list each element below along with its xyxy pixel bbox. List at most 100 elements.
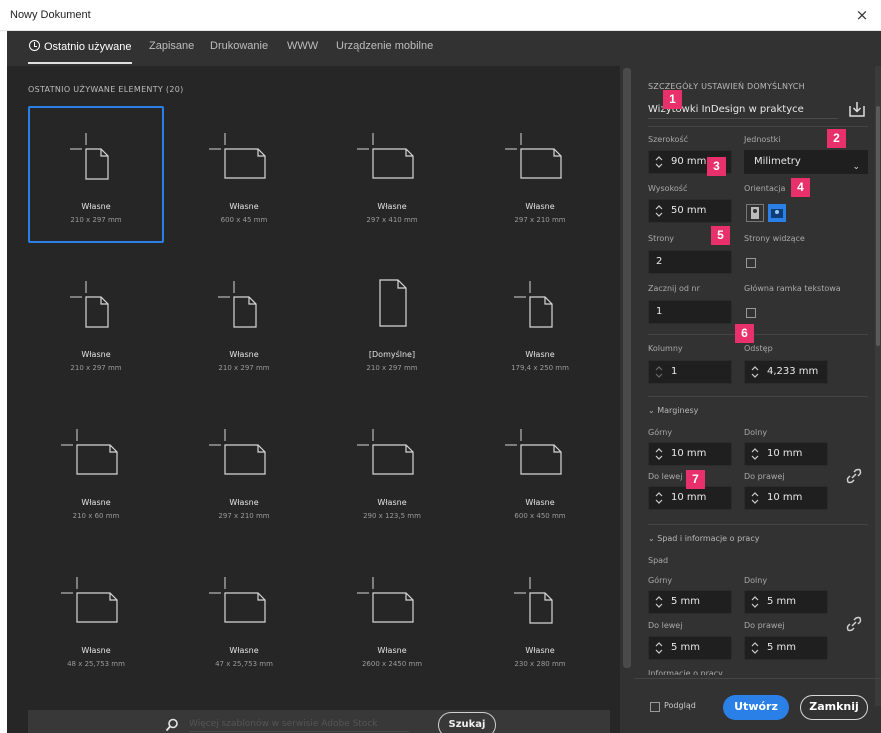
stepper-icon[interactable] [655,491,663,505]
create-button[interactable]: Utwórz [723,695,789,720]
margin-bottom-input[interactable]: 10 mm [744,442,828,466]
margin-top-input[interactable]: 10 mm [648,442,732,466]
stepper-icon[interactable] [655,447,663,461]
tab-mobile[interactable]: Urządzenie mobilne [336,40,433,52]
units-select[interactable]: Milimetry ⌄ [744,150,868,174]
recent-item-tile[interactable]: Własne 47 x 25,753 mm [176,550,312,687]
stepper-icon[interactable] [751,491,759,505]
bleed-right-input[interactable]: 5 mm [744,636,828,660]
bleed-left-label: Do lewej [648,621,683,630]
recent-item-tile[interactable]: Własne 600 x 450 mm [472,402,608,539]
bleed-right-value: 5 mm [767,642,797,653]
recent-item-tile[interactable]: Własne 2600 x 2450 mm [324,550,460,687]
portrait-orientation-button[interactable] [746,204,764,222]
stepper-icon[interactable] [751,365,759,379]
units-label: Jednostki [744,135,781,144]
chevron-down-icon: ⌄ [648,406,658,415]
recent-item-name: Własne [229,646,259,655]
recent-item-tile[interactable]: Własne 297 x 210 mm [472,106,608,243]
slug-label: Informacje o pracy [648,669,723,675]
landscape-orientation-button[interactable] [768,204,786,222]
margin-left-input[interactable]: 10 mm [648,486,732,510]
tab-web[interactable]: WWW [287,40,318,52]
recent-item-tile[interactable]: Własne 297 x 410 mm [324,106,460,243]
annotation-badge-5: 5 [711,226,730,245]
primary-text-frame-label: Główna ramka tekstowa [744,284,841,293]
stepper-icon[interactable] [655,641,663,655]
recent-item-size: 210 x 297 mm [70,216,122,224]
recent-item-tile[interactable]: Własne 210 x 297 mm [28,254,164,391]
recent-item-size: 290 x 123,5 mm [363,512,421,520]
stepper-icon[interactable] [655,204,663,218]
recent-items-heading: OSTATNIO UŻYWANE ELEMENTY (20) [28,85,184,94]
annotation-badge-1: 1 [663,90,682,109]
document-landscape-icon [357,429,414,475]
recent-item-tile[interactable]: Własne 210 x 297 mm [28,106,164,243]
search-button[interactable]: Szukaj [438,712,496,733]
bleed-toggle[interactable]: ⌄ Spad i informacje o pracy [648,534,759,543]
pages-label: Strony [648,234,675,243]
tab-saved[interactable]: Zapisane [149,40,194,52]
primary-text-frame-checkbox[interactable] [746,308,756,318]
facing-pages-checkbox[interactable] [746,258,756,268]
title-bar: Nowy Dokument × [0,0,881,31]
tab-print[interactable]: Drukowanie [210,40,268,52]
link-margins-icon[interactable] [844,466,864,486]
bleed-top-input[interactable]: 5 mm [648,590,732,614]
link-bleed-icon[interactable] [844,614,864,634]
stock-search-input[interactable]: Więcej szablonów w serwisie Adobe Stock [189,719,409,732]
divider [648,126,868,127]
recent-item-tile[interactable]: Własne 210 x 297 mm [176,254,312,391]
start-page-label: Zacznij od nr [648,284,700,293]
recent-item-tile[interactable]: Własne 210 x 60 mm [28,402,164,539]
columns-input[interactable]: 1 [648,360,732,384]
recent-item-tile[interactable]: Własne 290 x 123,5 mm [324,402,460,539]
gutter-input[interactable]: 4,233 mm [744,360,828,384]
recent-item-tile[interactable]: [Domyślne] 210 x 297 mm [324,254,460,391]
recent-item-tile[interactable]: Własne 179,4 x 250 mm [472,254,608,391]
stepper-icon[interactable] [751,595,759,609]
document-landscape-icon [61,429,118,475]
recent-item-name: [Domyślne] [368,350,416,359]
preview-checkbox[interactable] [650,702,660,712]
stepper-icon[interactable] [655,155,663,169]
details-scrollbar-thumb[interactable] [876,106,880,346]
stepper-icon[interactable] [751,641,759,655]
grid-scrollbar-thumb[interactable] [623,68,631,668]
window-title: Nowy Dokument [10,9,91,21]
orientation-label: Orientacja [744,184,786,193]
close-icon[interactable]: × [853,6,871,24]
recent-item-size: 210 x 297 mm [70,364,122,372]
close-button[interactable]: Zamknij [800,695,868,720]
document-landscape-icon [209,429,266,475]
recent-item-tile[interactable]: Własne 297 x 210 mm [176,402,312,539]
landscape-icon [771,209,783,218]
margins-toggle[interactable]: ⌄ Marginesy [648,406,698,415]
document-portrait-icon [514,281,553,328]
recent-items-panel: OSTATNIO UŻYWANE ELEMENTY (20) Własne 210… [7,66,620,733]
stepper-icon[interactable] [655,365,663,379]
bleed-bottom-input[interactable]: 5 mm [744,590,828,614]
recent-item-tile[interactable]: Własne 600 x 45 mm [176,106,312,243]
pages-input[interactable]: 2 [648,250,732,274]
height-input[interactable]: 50 mm [648,199,732,223]
annotation-badge-4: 4 [791,178,810,197]
recent-item-size: 600 x 450 mm [514,512,566,520]
margin-left-label: Do lewej [648,472,683,481]
margin-bottom-value: 10 mm [767,448,803,459]
recent-item-size: 210 x 60 mm [72,512,120,520]
recent-item-tile[interactable]: Własne 230 x 280 mm [472,550,608,687]
document-page-icon [379,279,407,327]
recent-item-tile[interactable]: Własne 48 x 25,753 mm [28,550,164,687]
recent-item-name: Własne [525,498,555,507]
save-preset-icon[interactable] [848,100,866,118]
active-tab-indicator [28,62,132,64]
stepper-icon[interactable] [655,595,663,609]
stepper-icon[interactable] [751,447,759,461]
margin-right-input[interactable]: 10 mm [744,486,828,510]
tab-recent[interactable]: Ostatnio używane [29,40,131,53]
search-icon [165,718,178,732]
margin-right-value: 10 mm [767,492,803,503]
start-page-input[interactable]: 1 [648,300,732,324]
bleed-left-input[interactable]: 5 mm [648,636,732,660]
